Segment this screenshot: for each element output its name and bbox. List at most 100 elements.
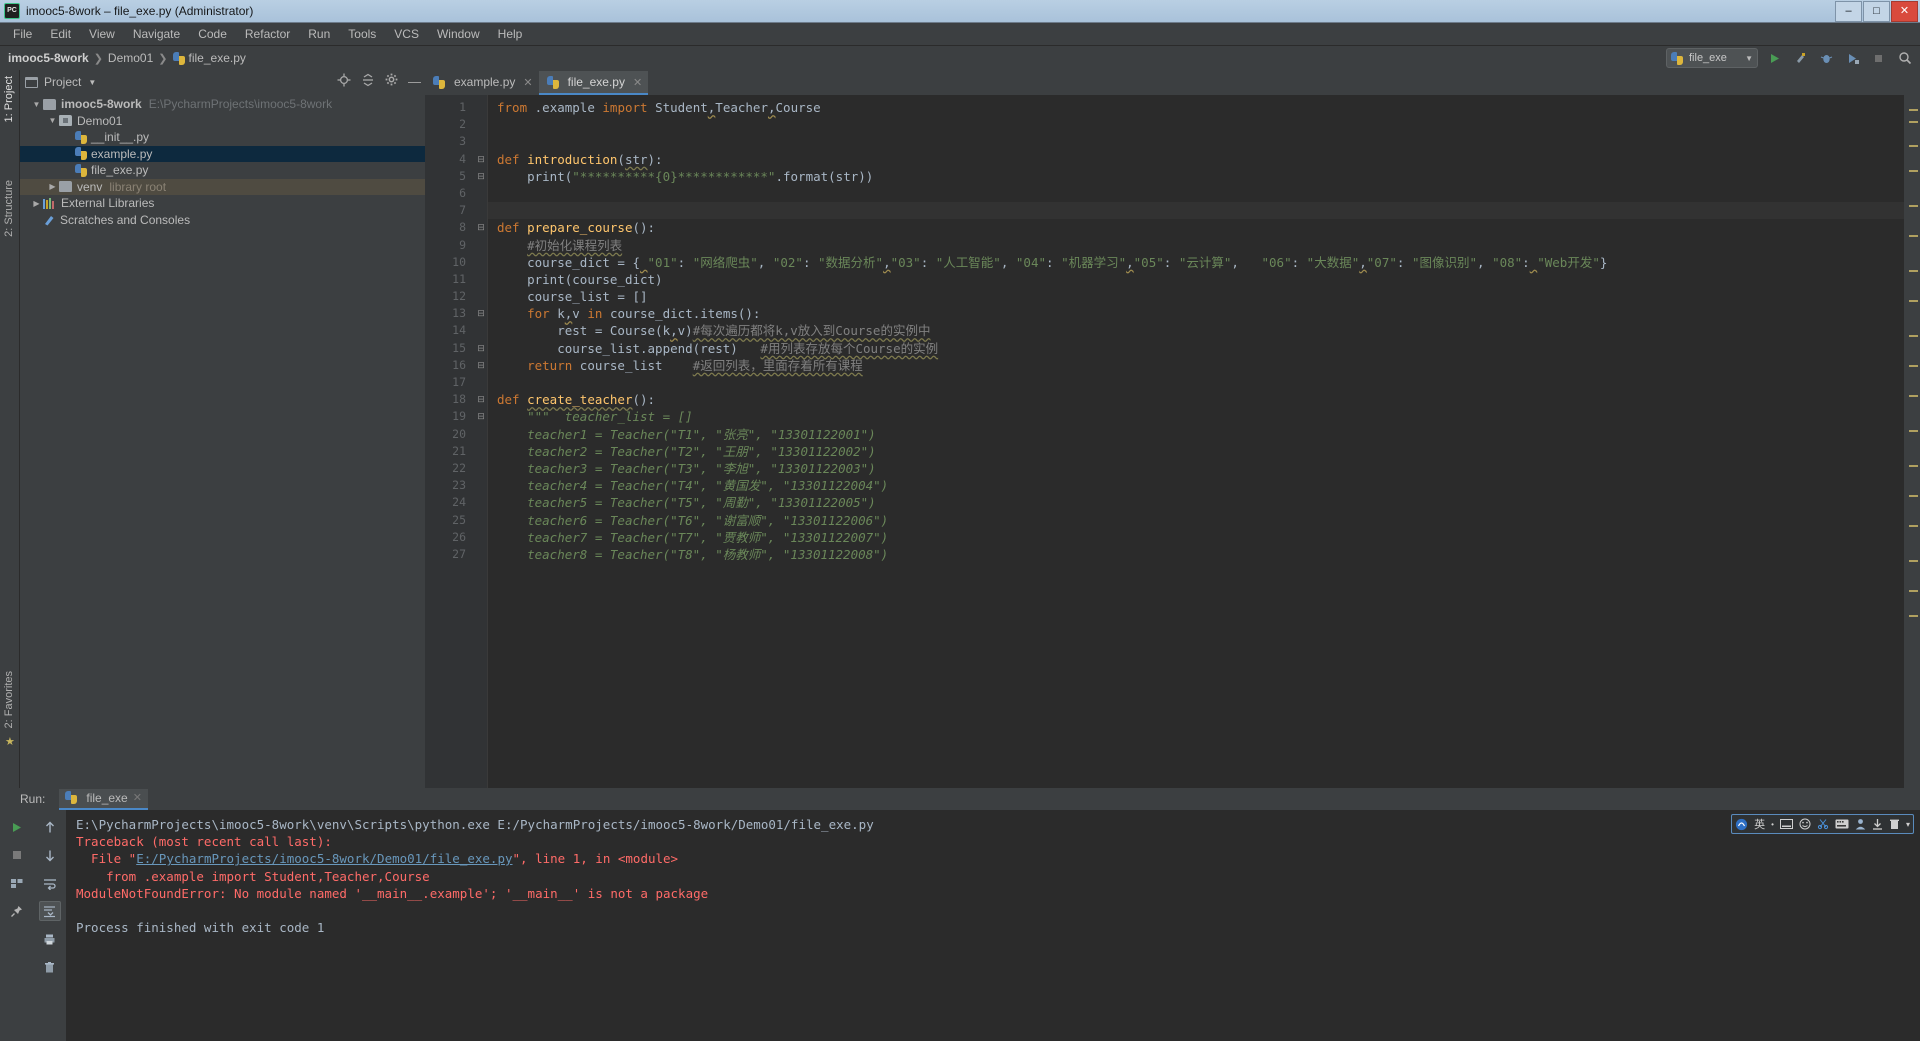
marker-tick[interactable] xyxy=(1909,335,1918,337)
print-icon[interactable] xyxy=(39,929,61,949)
marker-tick[interactable] xyxy=(1909,395,1918,397)
code-line[interactable]: teacher4 = Teacher("T4", "黄国发", "1330112… xyxy=(488,477,1904,494)
minimize-icon[interactable]: — xyxy=(408,75,421,88)
ime-dot-icon[interactable]: • xyxy=(1771,820,1774,829)
fold-toggle-icon[interactable]: ⊟ xyxy=(475,357,487,374)
code-line[interactable] xyxy=(488,374,1904,391)
build-icon[interactable] xyxy=(1791,49,1810,68)
code-line[interactable]: def introduction(str): xyxy=(488,151,1904,168)
code-line[interactable]: for k,v in course_dict.items(): xyxy=(488,305,1904,322)
minimize-button[interactable]: – xyxy=(1835,1,1862,22)
close-icon[interactable]: ✕ xyxy=(133,791,142,804)
marker-tick[interactable] xyxy=(1909,145,1918,147)
chevron-down-icon[interactable]: ▼ xyxy=(88,78,96,87)
code-line[interactable]: print(course_dict) xyxy=(488,271,1904,288)
sidebar-item-project[interactable]: 1: Project xyxy=(3,76,15,122)
expand-arrow-icon[interactable]: ▼ xyxy=(46,116,59,125)
tree-node[interactable]: ▶ External Libraries xyxy=(20,195,425,212)
code-line[interactable]: teacher5 = Teacher("T5", "周勤", "13301122… xyxy=(488,494,1904,511)
fold-toggle-icon[interactable]: ⊟ xyxy=(475,168,487,185)
marker-tick[interactable] xyxy=(1909,300,1918,302)
maximize-button[interactable]: □ xyxy=(1863,1,1890,22)
fold-toggle-icon[interactable]: ⊟ xyxy=(475,219,487,236)
tree-node[interactable]: example.py xyxy=(20,145,425,162)
debug-icon[interactable] xyxy=(1817,49,1836,68)
code-line[interactable]: from .example import Student,Teacher,Cou… xyxy=(488,99,1904,116)
ime-logo-icon[interactable] xyxy=(1735,818,1748,831)
sidebar-item-structure[interactable]: 2: Structure xyxy=(3,180,15,237)
expand-arrow-icon[interactable]: ▼ xyxy=(30,100,43,109)
ime-user-icon[interactable] xyxy=(1855,818,1866,830)
code-content[interactable]: from .example import Student,Teacher,Cou… xyxy=(487,95,1904,788)
menu-edit[interactable]: Edit xyxy=(41,24,80,44)
soft-wrap-icon[interactable] xyxy=(39,873,61,893)
breadcrumb-project[interactable]: imooc5-8work xyxy=(8,51,89,65)
run-configuration-selector[interactable]: file_exe ▼ xyxy=(1666,48,1758,68)
menu-view[interactable]: View xyxy=(80,24,124,44)
console-output[interactable]: 英 • ▾ E:\PycharmProjects\imooc5-8work\ve… xyxy=(66,810,1920,1041)
scroll-to-end-icon[interactable] xyxy=(38,901,61,921)
close-icon[interactable]: ✕ xyxy=(633,76,642,89)
marker-tick[interactable] xyxy=(1909,465,1918,467)
menu-code[interactable]: Code xyxy=(189,24,236,44)
tree-node[interactable]: __init__.py xyxy=(20,129,425,146)
menu-run[interactable]: Run xyxy=(299,24,339,44)
close-button[interactable]: ✕ xyxy=(1891,1,1918,22)
code-line[interactable]: teacher2 = Teacher("T2", "王朋", "13301122… xyxy=(488,443,1904,460)
marker-tick[interactable] xyxy=(1909,525,1918,527)
tree-node[interactable]: Scratches and Consoles xyxy=(20,212,425,229)
console-file-link[interactable]: E:/PycharmProjects/imooc5-8work/Demo01/f… xyxy=(136,851,512,866)
marker-tick[interactable] xyxy=(1909,430,1918,432)
ime-mode-label[interactable]: 英 xyxy=(1754,816,1765,832)
run-tab-file-exe[interactable]: file_exe ✕ xyxy=(59,788,148,810)
menu-window[interactable]: Window xyxy=(428,24,489,44)
up-arrow-icon[interactable] xyxy=(39,817,61,837)
tree-node[interactable]: ▶ venv library root xyxy=(20,178,425,195)
pin-icon[interactable] xyxy=(6,901,28,921)
code-line[interactable]: rest = Course(k,v)#每次遍历都将k,v放入到Course的实例… xyxy=(488,322,1904,339)
code-line[interactable]: teacher3 = Teacher("T3", "李旭", "13301122… xyxy=(488,460,1904,477)
clear-all-icon[interactable] xyxy=(39,957,61,977)
menu-tools[interactable]: Tools xyxy=(339,24,385,44)
ime-scissors-icon[interactable] xyxy=(1817,818,1829,830)
code-line[interactable] xyxy=(488,133,1904,150)
run-icon[interactable] xyxy=(6,817,28,837)
fold-toggle-icon[interactable]: ⊟ xyxy=(475,391,487,408)
tree-node[interactable]: ▼ Demo01 xyxy=(20,113,425,130)
code-line[interactable]: teacher6 = Teacher("T6", "谢富顺", "1330112… xyxy=(488,512,1904,529)
breadcrumb-file[interactable]: file_exe.py xyxy=(172,51,246,65)
ime-kbd2-icon[interactable] xyxy=(1835,819,1849,829)
gear-icon[interactable] xyxy=(385,73,398,91)
ime-download-icon[interactable] xyxy=(1872,818,1883,830)
menu-vcs[interactable]: VCS xyxy=(385,24,428,44)
marker-tick[interactable] xyxy=(1909,235,1918,237)
marker-tick[interactable] xyxy=(1909,560,1918,562)
project-tree[interactable]: ▼ imooc5-8work E:\PycharmProjects\imooc5-8… xyxy=(20,94,425,788)
coverage-icon[interactable] xyxy=(1843,49,1862,68)
code-line[interactable]: teacher7 = Teacher("T7", "贾教师", "1330112… xyxy=(488,529,1904,546)
ime-trash-icon[interactable] xyxy=(1889,818,1900,830)
ime-floating-toolbar[interactable]: 英 • ▾ xyxy=(1731,814,1914,834)
fold-toggle-icon[interactable]: ⊟ xyxy=(475,305,487,322)
code-line[interactable]: #初始化课程列表 xyxy=(488,237,1904,254)
marker-tick[interactable] xyxy=(1909,121,1918,123)
fold-toggle-icon[interactable]: ⊟ xyxy=(475,151,487,168)
sidebar-item-favorites[interactable]: 2: Favorites xyxy=(3,671,15,728)
editor-tab-file_exe-py[interactable]: file_exe.py ✕ xyxy=(538,71,649,95)
marker-tick[interactable] xyxy=(1909,495,1918,497)
code-line[interactable]: return course_list #返回列表，里面存着所有课程 xyxy=(488,357,1904,374)
code-line[interactable]: course_dict = { "01": "网络爬虫", "02": "数据分… xyxy=(488,254,1904,271)
fold-toggle-icon[interactable]: ⊟ xyxy=(475,408,487,425)
search-icon[interactable] xyxy=(1895,49,1914,68)
close-icon[interactable]: ✕ xyxy=(523,76,532,89)
code-line[interactable] xyxy=(488,185,1904,202)
run-icon[interactable] xyxy=(1765,49,1784,68)
tree-node[interactable]: file_exe.py xyxy=(20,162,425,179)
code-line[interactable] xyxy=(488,116,1904,133)
marker-tick[interactable] xyxy=(1909,365,1918,367)
menu-refactor[interactable]: Refactor xyxy=(236,24,299,44)
marker-tick[interactable] xyxy=(1909,590,1918,592)
code-line[interactable]: course_list.append(rest) #用列表存放每个Course的… xyxy=(488,340,1904,357)
marker-tick[interactable] xyxy=(1909,270,1918,272)
code-folding-column[interactable]: ⊟ ⊟ ⊟ ⊟ ⊟ ⊟ ⊟ ⊟ xyxy=(475,95,487,788)
